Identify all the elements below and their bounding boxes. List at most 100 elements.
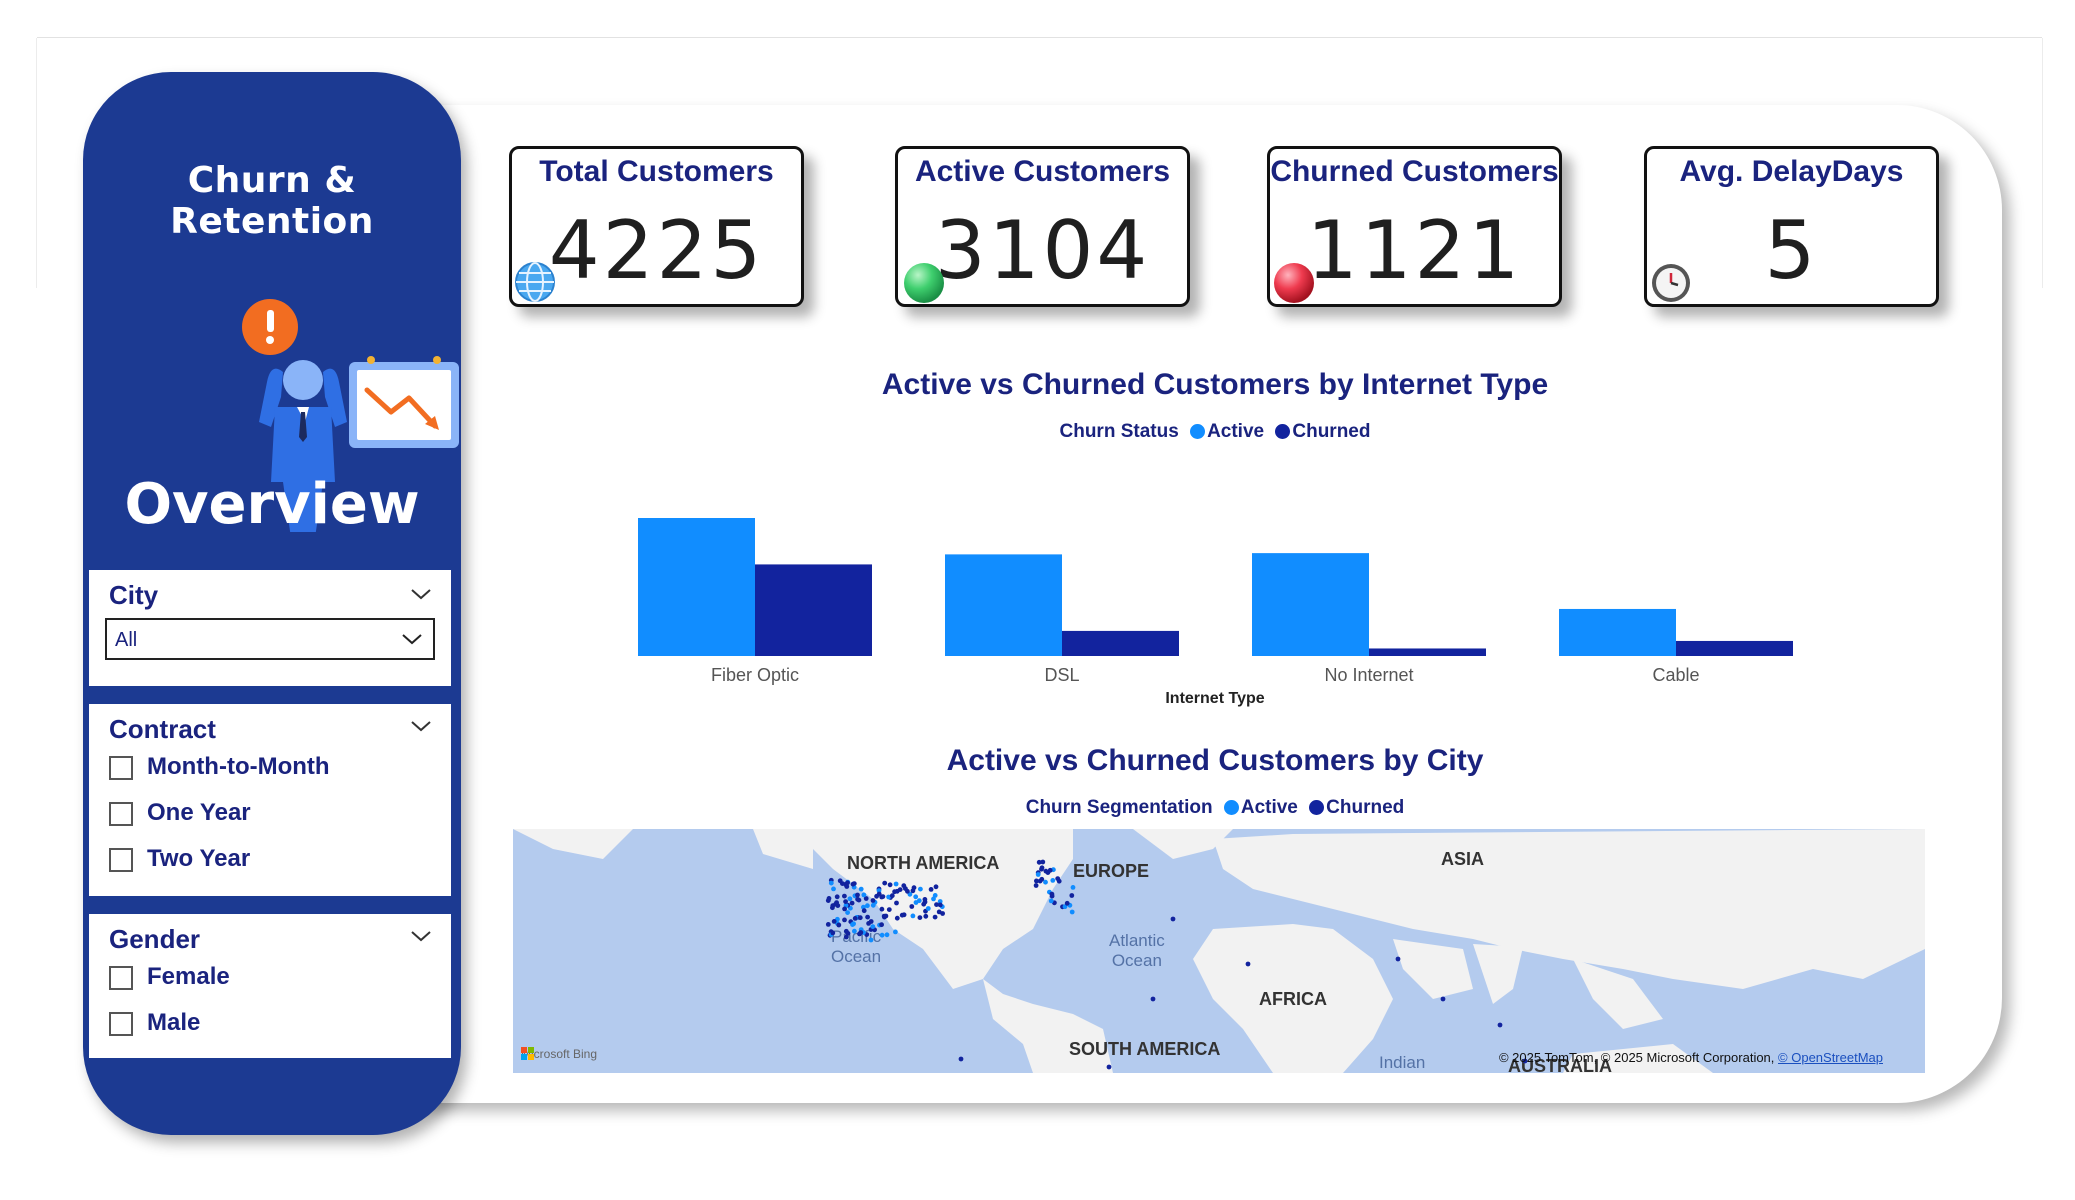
bar-churned-no-internet[interactable] — [1369, 648, 1486, 656]
city-dot[interactable] — [1047, 867, 1053, 873]
city-dot[interactable] — [937, 902, 943, 908]
bar-churned-fiber-optic[interactable] — [755, 564, 872, 656]
city-dot[interactable] — [1035, 872, 1041, 877]
checkbox[interactable] — [109, 966, 133, 990]
checkbox[interactable] — [109, 802, 133, 826]
city-dot[interactable] — [910, 913, 916, 919]
city-dot[interactable] — [842, 906, 847, 912]
city-dot[interactable] — [865, 914, 870, 920]
legend-item-active[interactable]: Active — [1190, 421, 1264, 443]
city-dot[interactable] — [825, 898, 831, 903]
city-dot[interactable] — [842, 893, 847, 899]
city-dot[interactable] — [857, 915, 863, 921]
checkbox[interactable] — [109, 756, 133, 780]
city-dot[interactable] — [870, 902, 876, 908]
city-dot[interactable] — [1050, 878, 1056, 883]
city-dot[interactable] — [886, 907, 892, 912]
city-dot[interactable] — [834, 894, 840, 900]
legend-item-churned[interactable]: Churned — [1309, 797, 1404, 819]
city-dot[interactable] — [922, 899, 928, 905]
city-dot[interactable] — [831, 886, 836, 892]
city-dot[interactable] — [855, 892, 860, 898]
city-dot[interactable] — [913, 894, 919, 900]
city-dot[interactable] — [1039, 865, 1045, 871]
kpi-card-avg-delay-days[interactable]: Avg. DelayDays 5 — [1644, 146, 1939, 307]
city-dot[interactable] — [882, 880, 888, 886]
city-dot[interactable] — [932, 914, 938, 920]
city-dot[interactable] — [876, 891, 882, 897]
city-dot[interactable] — [883, 913, 889, 919]
bar-active-fiber-optic[interactable] — [638, 518, 755, 656]
city-dot[interactable] — [868, 919, 874, 924]
city-dot[interactable] — [828, 880, 834, 886]
city-dot[interactable] — [917, 915, 923, 920]
city-dot[interactable] — [825, 922, 831, 927]
city-dot[interactable] — [851, 921, 856, 927]
contract-option-month-to-month[interactable]: Month-to-Month — [109, 752, 429, 782]
city-dropdown[interactable]: All — [105, 618, 435, 660]
city-dot[interactable] — [836, 922, 842, 928]
city-map[interactable]: NORTH AMERICA EUROPE ASIA AFRICA SOUTH A… — [513, 829, 1925, 1073]
city-dot[interactable] — [842, 917, 847, 923]
city-dot[interactable] — [1245, 961, 1251, 967]
city-dot[interactable] — [903, 886, 908, 891]
city-dot[interactable] — [893, 929, 898, 935]
checkbox[interactable] — [109, 848, 133, 872]
city-dot[interactable] — [894, 915, 900, 921]
city-dot[interactable] — [1036, 859, 1042, 865]
city-dot[interactable] — [1055, 876, 1061, 881]
city-dot[interactable] — [1048, 898, 1054, 904]
contract-option-two-year[interactable]: Two Year — [109, 844, 429, 874]
bar-churned-dsl[interactable] — [1062, 630, 1179, 656]
city-dot[interactable] — [831, 919, 837, 924]
city-dot[interactable] — [1070, 885, 1076, 890]
city-dot[interactable] — [1043, 868, 1049, 874]
city-dot[interactable] — [858, 886, 864, 892]
kpi-card-active-customers[interactable]: Active Customers 3104 — [895, 146, 1190, 307]
bar-churned-cable[interactable] — [1676, 640, 1793, 656]
chevron-down-icon[interactable] — [409, 718, 433, 734]
city-dot[interactable] — [1043, 879, 1048, 885]
city-dot[interactable] — [940, 911, 945, 916]
contract-option-one-year[interactable]: One Year — [109, 798, 429, 828]
city-dot[interactable] — [892, 889, 897, 895]
city-dot[interactable] — [925, 906, 931, 911]
city-dot[interactable] — [830, 930, 836, 936]
city-dot[interactable] — [923, 913, 929, 919]
city-dot[interactable] — [893, 881, 899, 887]
city-dot[interactable] — [879, 922, 884, 928]
city-dot[interactable] — [918, 886, 923, 892]
city-dot[interactable] — [899, 912, 905, 918]
city-dot[interactable] — [889, 893, 895, 899]
city-dot[interactable] — [1064, 900, 1070, 906]
legend-item-active[interactable]: Active — [1223, 797, 1298, 819]
bar-active-no-internet[interactable] — [1252, 553, 1369, 656]
city-dot[interactable] — [1106, 1064, 1112, 1070]
city-dot[interactable] — [855, 896, 860, 902]
legend-item-churned[interactable]: Churned — [1275, 421, 1370, 443]
city-dot[interactable] — [1497, 1022, 1503, 1028]
city-dot[interactable] — [1069, 909, 1075, 915]
city-dot[interactable] — [845, 910, 850, 915]
city-dot[interactable] — [1150, 996, 1156, 1002]
kpi-card-total-customers[interactable]: Total Customers 4225 — [509, 146, 804, 307]
city-dot[interactable] — [958, 1056, 964, 1062]
city-dot[interactable] — [1049, 893, 1055, 899]
city-dot[interactable] — [928, 887, 934, 892]
city-dot[interactable] — [861, 892, 867, 898]
chevron-down-icon[interactable] — [409, 586, 433, 602]
city-dot[interactable] — [894, 900, 899, 906]
city-dot[interactable] — [1033, 883, 1039, 888]
city-dot[interactable] — [870, 924, 876, 929]
gender-option-male[interactable]: Male — [109, 1008, 429, 1038]
city-dot[interactable] — [847, 896, 853, 902]
city-dot[interactable] — [830, 905, 835, 911]
bar-active-dsl[interactable] — [945, 554, 1062, 656]
city-dot[interactable] — [843, 899, 848, 904]
chevron-down-icon[interactable] — [409, 928, 433, 944]
city-dot[interactable] — [870, 898, 876, 903]
kpi-card-churned-customers[interactable]: Churned Customers 1121 — [1267, 146, 1562, 307]
city-dot[interactable] — [887, 882, 893, 888]
city-dot[interactable] — [858, 930, 864, 935]
city-dot[interactable] — [879, 932, 885, 938]
